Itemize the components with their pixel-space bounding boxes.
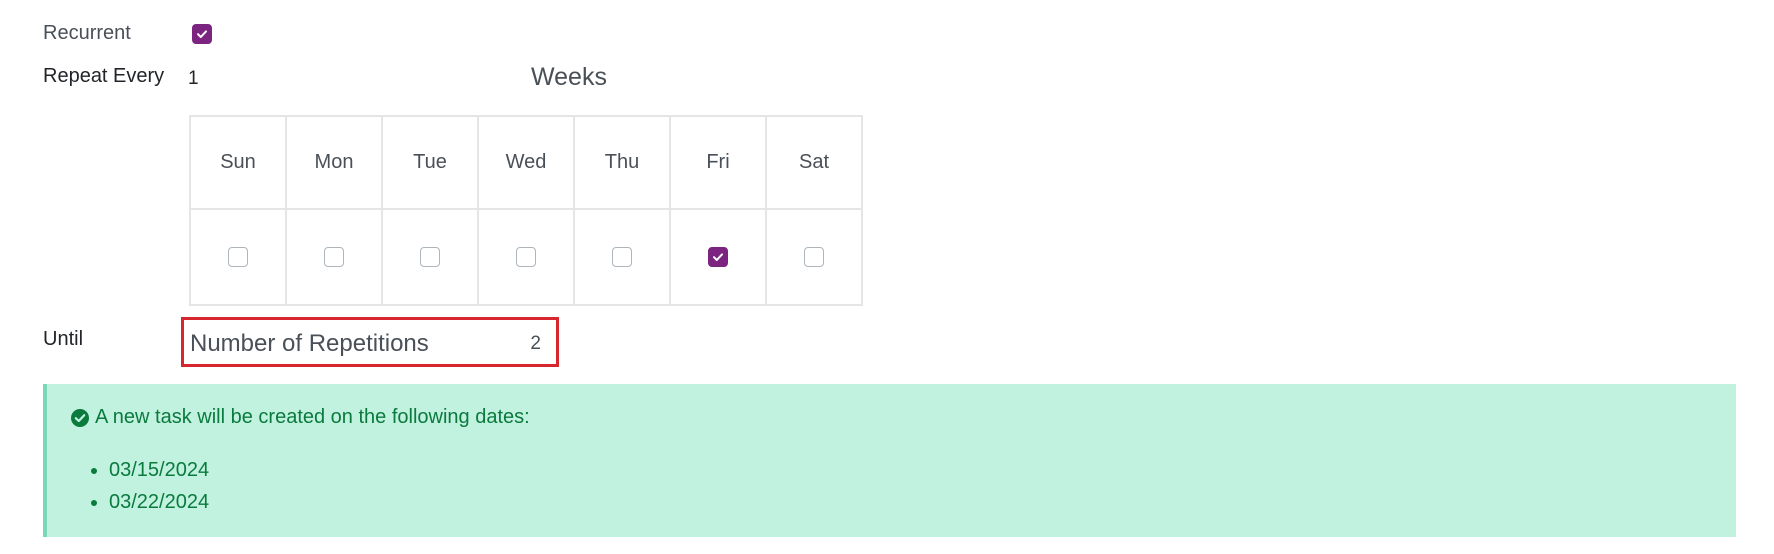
day-header: Mon <box>285 115 383 210</box>
until-highlight-box: Number of Repetitions 2 <box>181 317 559 367</box>
weekday-checkbox-row <box>189 208 863 306</box>
alert-header: A new task will be created on the follow… <box>71 406 530 429</box>
day-checkbox-sun[interactable] <box>228 247 248 268</box>
until-type-select[interactable]: Number of Repetitions <box>190 330 429 358</box>
day-header: Sun <box>189 115 287 210</box>
recurrent-label: Recurrent <box>43 22 131 44</box>
until-label: Until <box>43 328 84 350</box>
dates-list: 03/15/2024 03/22/2024 <box>69 454 209 518</box>
day-checkbox-mon[interactable] <box>324 247 344 268</box>
weekday-header-row: Sun Mon Tue Wed Thu Fri Sat <box>189 115 863 210</box>
recurrent-checkbox[interactable] <box>192 24 212 44</box>
day-header: Fri <box>669 115 767 210</box>
alert-message: A new task will be created on the follow… <box>95 406 530 428</box>
date-item: 03/22/2024 <box>109 486 209 518</box>
dates-preview-alert: A new task will be created on the follow… <box>43 384 1736 537</box>
recurrence-form: Recurrent Repeat Every 1 Weeks Sun Mon T… <box>0 0 1774 554</box>
day-checkbox-tue[interactable] <box>420 247 440 268</box>
day-header: Tue <box>381 115 479 210</box>
day-checkbox-wed[interactable] <box>516 247 536 268</box>
repeat-unit-select[interactable]: Weeks <box>531 63 607 92</box>
check-icon <box>197 30 207 38</box>
repeat-interval-input[interactable]: 1 <box>188 68 199 90</box>
day-checkbox-fri[interactable] <box>708 247 728 268</box>
day-header: Sat <box>765 115 863 210</box>
day-checkbox-sat[interactable] <box>804 247 824 268</box>
day-header: Thu <box>573 115 671 210</box>
check-circle-icon <box>71 408 89 427</box>
check-icon <box>713 253 723 262</box>
repeat-every-label: Repeat Every <box>43 65 165 87</box>
repetitions-count-input[interactable]: 2 <box>530 333 541 355</box>
weekday-table: Sun Mon Tue Wed Thu Fri Sat <box>189 115 863 306</box>
day-header: Wed <box>477 115 575 210</box>
day-checkbox-thu[interactable] <box>612 247 632 268</box>
date-item: 03/15/2024 <box>109 454 209 486</box>
